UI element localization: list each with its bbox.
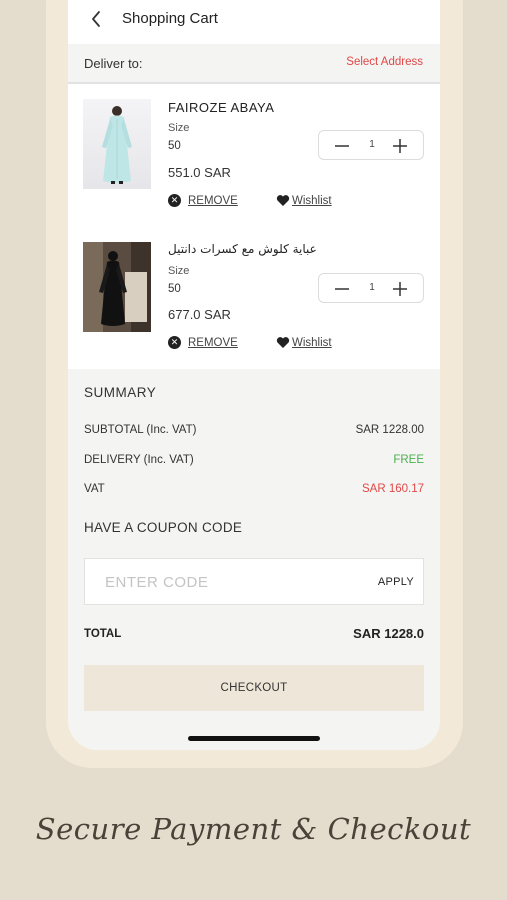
product-image[interactable] <box>83 242 151 332</box>
heart-icon <box>276 194 290 207</box>
decrease-quantity-button[interactable] <box>331 278 353 300</box>
heart-icon <box>276 336 290 349</box>
select-address-link[interactable]: Select Address <box>346 56 423 68</box>
quantity-stepper: 1 <box>318 130 424 160</box>
decrease-quantity-button[interactable] <box>331 135 353 157</box>
deliver-to-bar: Deliver to: Select Address <box>68 44 440 84</box>
minus-icon <box>335 145 349 147</box>
remove-label: REMOVE <box>188 336 238 349</box>
marketing-caption: Secure Payment & Checkout <box>35 812 472 846</box>
subtotal-value: SAR 1228.00 <box>355 424 424 436</box>
coupon-box: APPLY <box>84 558 424 605</box>
home-indicator <box>188 736 320 741</box>
cart-item: عباية كلوش مع كسرات دانتيل Size 50 677.0… <box>68 230 440 370</box>
cart-item: FAIROZE ABAYA Size 50 551.0 SAR 1 ✕ REMO… <box>68 88 440 228</box>
total-label: TOTAL <box>84 628 122 640</box>
page-title: Shopping Cart <box>122 10 218 27</box>
vat-label: VAT <box>84 483 105 495</box>
app-screen: Shopping Cart Deliver to: Select Address <box>68 0 440 750</box>
plus-icon <box>393 139 407 153</box>
close-icon: ✕ <box>168 194 181 207</box>
quantity-stepper: 1 <box>318 273 424 303</box>
chevron-left-icon <box>92 11 100 27</box>
quantity-value: 1 <box>369 139 375 150</box>
back-button[interactable] <box>86 9 106 29</box>
coupon-title: HAVE A COUPON CODE <box>84 520 243 535</box>
wishlist-label: Wishlist <box>292 336 332 349</box>
minus-icon <box>335 288 349 290</box>
apply-coupon-button[interactable]: APPLY <box>378 576 414 588</box>
close-icon: ✕ <box>168 336 181 349</box>
product-name[interactable]: عباية كلوش مع كسرات دانتيل <box>168 242 317 256</box>
app-header: Shopping Cart <box>68 0 440 40</box>
quantity-value: 1 <box>369 282 375 293</box>
coupon-code-input[interactable] <box>105 571 345 593</box>
size-value: 50 <box>168 140 181 152</box>
size-value: 50 <box>168 283 181 295</box>
wishlist-label: Wishlist <box>292 194 332 207</box>
product-price: 677.0 SAR <box>168 307 231 322</box>
summary-title: SUMMARY <box>84 385 157 400</box>
order-summary: SUMMARY SUBTOTAL (Inc. VAT) SAR 1228.00 … <box>68 369 440 750</box>
product-image[interactable] <box>83 99 151 189</box>
checkout-button[interactable]: CHECKOUT <box>84 665 424 711</box>
size-label: Size <box>168 122 190 134</box>
deliver-to-label: Deliver to: <box>84 56 143 71</box>
vat-value: SAR 160.17 <box>361 483 424 495</box>
total-value: SAR 1228.0 <box>353 626 424 641</box>
remove-button[interactable]: ✕ REMOVE <box>168 194 238 207</box>
plus-icon <box>393 282 407 296</box>
wishlist-button[interactable]: Wishlist <box>276 336 332 349</box>
product-name[interactable]: FAIROZE ABAYA <box>168 100 274 115</box>
size-label: Size <box>168 265 190 277</box>
subtotal-label: SUBTOTAL (Inc. VAT) <box>84 424 197 436</box>
product-price: 551.0 SAR <box>168 165 231 180</box>
remove-label: REMOVE <box>188 194 238 207</box>
wishlist-button[interactable]: Wishlist <box>276 194 332 207</box>
delivery-value: FREE <box>393 454 424 466</box>
increase-quantity-button[interactable] <box>389 278 411 300</box>
increase-quantity-button[interactable] <box>389 135 411 157</box>
remove-button[interactable]: ✕ REMOVE <box>168 336 238 349</box>
delivery-label: DELIVERY (Inc. VAT) <box>84 454 194 466</box>
